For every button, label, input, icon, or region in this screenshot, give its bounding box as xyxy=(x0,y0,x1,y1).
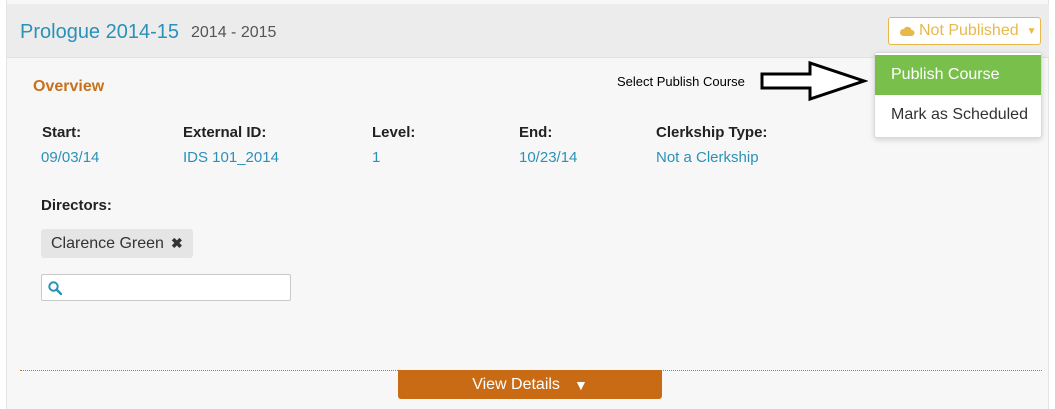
publish-course-menu-item[interactable]: Publish Course xyxy=(875,55,1041,95)
cloud-icon xyxy=(899,26,915,36)
publish-dropdown-menu: Publish Course Mark as Scheduled xyxy=(874,52,1042,138)
annotation-text: Select Publish Course xyxy=(617,74,745,89)
publish-status-label: Not Published xyxy=(919,22,1019,39)
view-details-button[interactable]: View Details ▼ xyxy=(398,370,662,399)
clerkship-type-value[interactable]: Not a Clerkship xyxy=(656,149,759,166)
search-icon xyxy=(48,280,62,295)
director-search-input[interactable] xyxy=(68,276,290,299)
overview-heading: Overview xyxy=(33,78,105,95)
start-value[interactable]: 09/03/14 xyxy=(41,149,99,166)
start-label: Start: xyxy=(42,124,82,141)
close-icon[interactable]: ✖ xyxy=(171,235,183,252)
course-years: 2014 - 2015 xyxy=(191,24,277,41)
clerkship-type-label: Clerkship Type: xyxy=(656,124,768,141)
level-label: Level: xyxy=(372,124,416,141)
directors-label: Directors: xyxy=(41,197,112,214)
director-name: Clarence Green xyxy=(51,234,164,252)
director-tag: Clarence Green ✖ xyxy=(41,229,193,258)
level-value[interactable]: 1 xyxy=(372,149,380,166)
course-title[interactable]: Prologue 2014-15 xyxy=(20,21,179,44)
end-value[interactable]: 10/23/14 xyxy=(519,149,577,166)
triangle-down-icon: ▼ xyxy=(573,376,588,393)
caret-down-icon: ▼ xyxy=(1026,25,1037,37)
view-details-label: View Details xyxy=(472,375,560,393)
mark-as-scheduled-menu-item[interactable]: Mark as Scheduled xyxy=(875,95,1041,135)
external-id-value[interactable]: IDS 101_2014 xyxy=(183,149,279,166)
end-label: End: xyxy=(519,124,553,141)
publish-status-button[interactable]: Not Published ▼ xyxy=(888,17,1041,45)
external-id-label: External ID: xyxy=(183,124,267,141)
director-search-field[interactable] xyxy=(41,274,291,301)
arrow-right-icon xyxy=(760,60,868,102)
